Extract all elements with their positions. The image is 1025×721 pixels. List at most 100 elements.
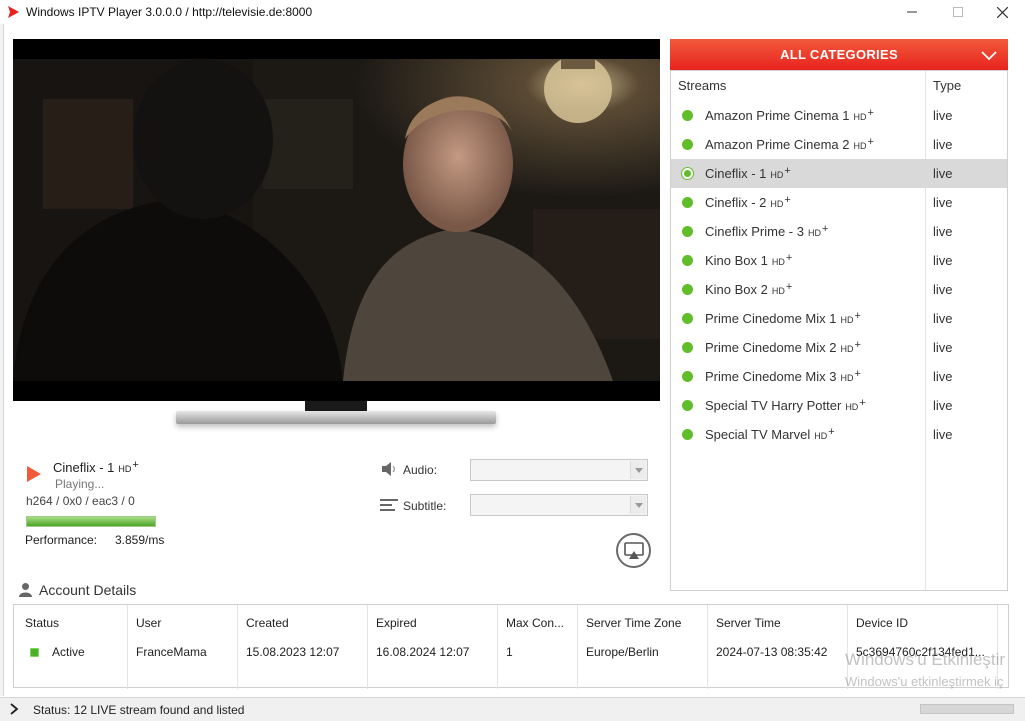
stream-row[interactable]: Special TV Harry Potter HD+ live [671,391,1007,420]
live-status-dot [682,342,693,353]
hd-badge: HD [771,286,785,296]
stream-row[interactable]: Special TV Marvel HD+ live [671,420,1007,449]
subtitle-select[interactable] [470,494,648,516]
performance-bar-fill [27,517,155,526]
user-icon [19,583,32,597]
activation-watermark-line1: Windows'u Etkinleştir [845,650,1006,669]
stream-list: Amazon Prime Cinema 1 HD+ live Amazon Prime… [671,101,1007,449]
stream-row[interactable]: Amazon Prime Cinema 2 HD+ live [671,130,1007,159]
stream-type: live [933,282,953,297]
column-created: Created 15.08.2023 12:07 [238,605,368,689]
column-server-timezone: Server Time Zone Europe/Berlin [578,605,708,689]
play-icon[interactable] [26,465,42,483]
stream-title: Cineflix - 2 [705,195,767,210]
minimize-button[interactable] [889,0,935,24]
performance-bar [26,516,156,527]
stream-type: live [933,108,953,123]
stream-type: live [933,369,953,384]
audio-label: Audio: [403,463,438,477]
maximize-button[interactable] [935,0,981,24]
streams-list-panel: Streams Type Amazon Prime Cinema 1 HD+ liv… [670,70,1008,591]
stream-name: Prime Cinedome Mix 1 HD+ [705,310,861,326]
live-status-dot [682,197,693,208]
stream-title: Kino Box 2 [705,282,768,297]
live-status-dot [682,139,693,150]
stream-title: Prime Cinedome Mix 2 [705,340,837,355]
chevron-down-icon[interactable] [980,46,998,64]
streams-column-header[interactable]: Streams [678,78,726,93]
stream-title: Cineflix - 1 [705,166,767,181]
stream-name: Kino Box 1 HD+ [705,252,793,268]
codec-info: h264 / 0x0 / eac3 / 0 [26,494,135,508]
stream-type: live [933,311,953,326]
audio-dropdown-arrow[interactable] [630,461,646,479]
type-column-header[interactable]: Type [933,78,961,93]
chevron-right-icon[interactable] [8,703,20,715]
live-status-dot [682,226,693,237]
stream-type: live [933,224,953,239]
stream-type: live [933,253,953,268]
header-user: User [136,616,162,630]
video-player[interactable] [13,59,660,381]
stream-row[interactable]: Cineflix Prime - 3 HD+ live [671,217,1007,246]
video-frame[interactable] [13,39,660,401]
stream-row[interactable]: Prime Cinedome Mix 1 HD+ live [671,304,1007,333]
category-title: ALL CATEGORIES [780,47,898,62]
header-max-connections: Max Con... [506,616,565,630]
header-server-time: Server Time [716,616,781,630]
column-user: User FranceMama [128,605,238,689]
value-server-timezone: Europe/Berlin [586,645,659,659]
subtitle-dropdown-arrow[interactable] [630,496,646,514]
hd-badge: HD [840,344,854,354]
cast-button[interactable] [616,533,651,568]
header-expired: Expired [376,616,417,630]
stream-name: Special TV Marvel HD+ [705,426,835,442]
plus-badge: + [854,310,861,322]
hd-badge: HD [770,199,784,209]
stream-name: Special TV Harry Potter HD+ [705,397,866,413]
hd-badge: HD [771,257,785,267]
plus-badge: + [867,107,874,119]
stream-row[interactable]: Kino Box 1 HD+ live [671,246,1007,275]
hd-badge: HD [840,315,854,325]
stream-row[interactable]: Cineflix - 1 HD+ live [671,159,1007,188]
hd-badge: HD [807,228,821,238]
window-title: Windows IPTV Player 3.0.0.0 / http://tel… [26,5,313,19]
value-status: Active [52,645,85,659]
live-status-dot [682,255,693,266]
stream-type: live [933,137,953,152]
stream-title: Prime Cinedome Mix 1 [705,311,837,326]
stream-type: live [933,195,953,210]
stream-name: Kino Box 2 HD+ [705,281,792,297]
stream-row[interactable]: Cineflix - 2 HD+ live [671,188,1007,217]
live-status-dot [682,371,693,382]
performance-value: 3.859/ms [115,533,165,547]
stream-type: live [933,398,953,413]
account-details-title: Account Details [39,582,137,598]
category-selector[interactable]: ALL CATEGORIES [670,39,1008,70]
stream-title: Kino Box 1 [705,253,768,268]
header-status: Status [25,616,60,630]
status-scrollbar[interactable] [920,704,1014,714]
stream-type: live [933,427,953,442]
stream-row[interactable]: Prime Cinedome Mix 2 HD+ live [671,333,1007,362]
close-button[interactable] [979,0,1025,24]
chevron-down-icon [634,502,643,508]
stream-row[interactable]: Prime Cinedome Mix 3 HD+ live [671,362,1007,391]
cast-icon [623,541,644,559]
status-text: Status: 12 LIVE stream found and listed [33,703,245,717]
value-server-time: 2024-07-13 08:35:42 [716,645,828,659]
hd-badge: HD [770,170,784,180]
stream-name: Amazon Prime Cinema 1 HD+ [705,107,874,123]
audio-track-select[interactable] [470,459,648,481]
plus-badge: + [785,252,793,264]
activation-watermark-line2: Windows'u etkinleştirmek iç [845,674,1004,689]
stream-row[interactable]: Kino Box 2 HD+ live [671,275,1007,304]
playback-status: Playing... [55,477,105,491]
header-server-timezone: Server Time Zone [586,616,682,630]
status-indicator [30,648,39,657]
hd-badge: HD [118,464,132,474]
close-icon [996,6,1008,18]
plus-badge: + [821,223,829,235]
stream-row[interactable]: Amazon Prime Cinema 1 HD+ live [671,101,1007,130]
